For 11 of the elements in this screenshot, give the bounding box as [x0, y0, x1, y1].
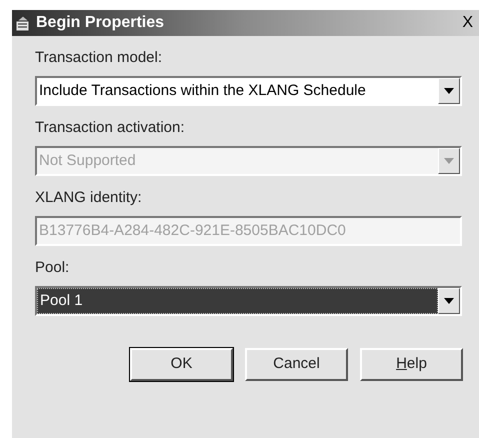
- field-label: Transaction activation:: [35, 118, 186, 138]
- dialog-button[interactable]: OK: [130, 348, 233, 381]
- close-button[interactable]: X: [460, 15, 475, 31]
- field-label: Transaction model:: [35, 48, 164, 68]
- field-label: XLANG identity:: [35, 188, 143, 208]
- field-label: Pool:: [35, 258, 70, 278]
- dialog-button[interactable]: Cancel: [245, 348, 348, 381]
- dropdown[interactable]: Include Transactions within the XLANG Schedule: [35, 76, 462, 106]
- dropdown[interactable]: Pool 1: [35, 286, 462, 316]
- window-title: Begin Properties: [36, 13, 166, 33]
- dialog-button[interactable]: Help: [360, 348, 463, 381]
